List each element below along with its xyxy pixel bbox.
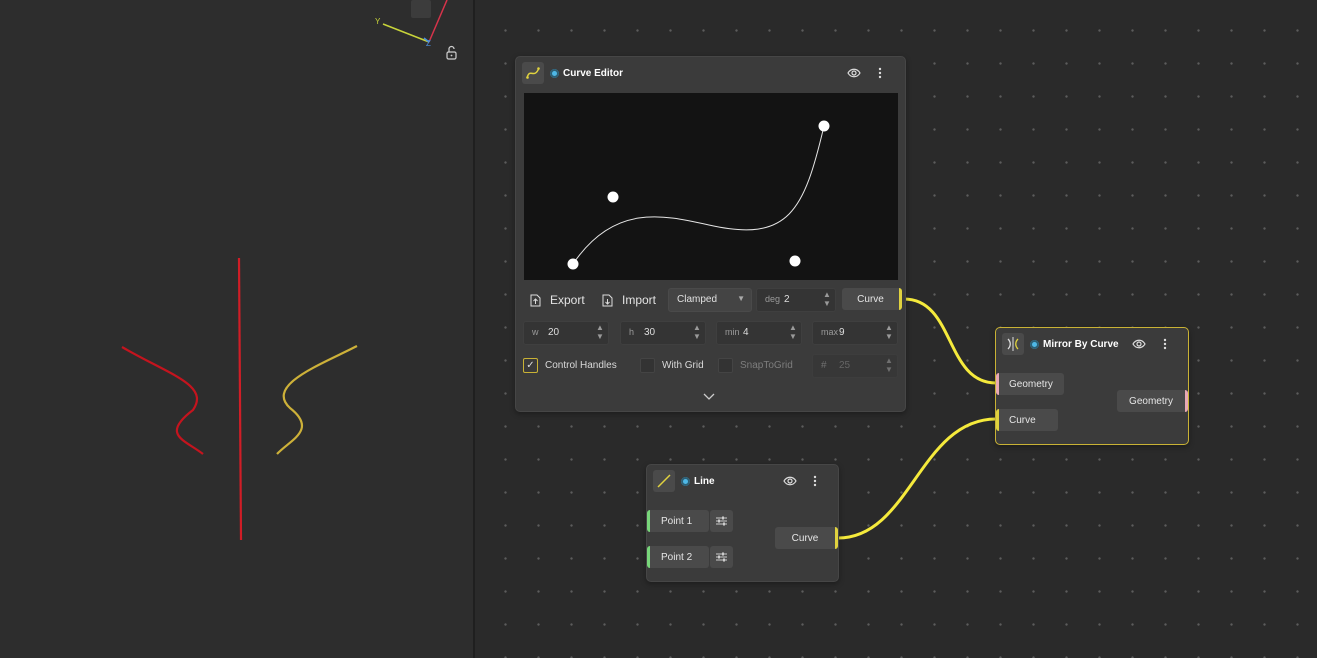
snap-to-grid-checkbox[interactable] — [718, 358, 733, 373]
width-value: 20 — [548, 327, 560, 338]
control-handles-checkbox[interactable]: ✓ — [523, 358, 538, 373]
grid-hash-icon: # — [821, 360, 827, 371]
expand-chevron-icon[interactable] — [703, 388, 715, 406]
viewport-3d[interactable]: Y Z — [0, 0, 473, 658]
point1-settings-sliders-icon[interactable] — [710, 510, 733, 532]
gizmo-axis-z: Z — [426, 39, 431, 48]
output-geometry-socket[interactable]: Geometry — [1117, 390, 1188, 412]
max-stepper[interactable]: ▲ ▼ — [884, 323, 894, 343]
node-title: Curve Editor — [563, 68, 624, 79]
mirrored-curve-geometry — [121, 346, 204, 455]
height-field[interactable]: h 30 ▲ ▼ — [620, 321, 706, 345]
node-header[interactable]: Mirror By Curve — [996, 328, 1188, 360]
width-stepper[interactable]: ▲ ▼ — [595, 323, 605, 343]
width-label: w — [532, 327, 539, 337]
output-geometry-label: Geometry — [1129, 395, 1173, 407]
chevron-down-icon: ▼ — [737, 294, 745, 303]
degree-field[interactable]: deg 2 ▲ ▼ — [756, 288, 836, 312]
gizmo-axis-y: Y — [375, 17, 381, 26]
curve-editor-node[interactable]: Curve Editor Export Import Clamped ▼ deg… — [515, 56, 906, 412]
point2-settings-sliders-icon[interactable] — [710, 546, 733, 568]
line-node[interactable]: Line Point 1 Point 2 Curve — [646, 464, 839, 582]
eye-icon[interactable] — [1130, 335, 1148, 353]
control-handles-label: Control Handles — [545, 360, 617, 371]
input-curve-socket[interactable]: Curve — [996, 409, 1058, 431]
control-point[interactable] — [789, 255, 801, 267]
min-label: min — [725, 327, 740, 337]
control-point[interactable] — [567, 258, 579, 270]
input-geometry-label: Geometry — [1009, 378, 1053, 390]
degree-value: 2 — [784, 294, 790, 305]
mirror-by-curve-node[interactable]: Mirror By Curve Geometry Curve Geometry — [995, 327, 1189, 445]
with-grid-label: With Grid — [662, 360, 704, 371]
input-curve-label: Curve — [1009, 414, 1036, 426]
height-stepper[interactable]: ▲ ▼ — [692, 323, 702, 343]
export-button[interactable]: Export — [530, 292, 585, 308]
degree-label: deg — [765, 294, 781, 304]
mirror-line-geometry — [237, 257, 243, 541]
interpolation-select[interactable]: Clamped ▼ — [668, 288, 752, 312]
control-point[interactable] — [607, 191, 619, 203]
more-options-icon[interactable] — [806, 472, 824, 490]
export-icon — [530, 294, 541, 306]
degree-stepper[interactable]: ▲ ▼ — [822, 290, 832, 310]
eye-icon[interactable] — [781, 472, 799, 490]
width-field[interactable]: w 20 ▲ ▼ — [523, 321, 609, 345]
input-point1-socket[interactable]: Point 1 — [647, 510, 709, 532]
more-options-icon[interactable] — [871, 64, 889, 82]
min-value: 4 — [743, 327, 749, 338]
node-title: Line — [694, 476, 715, 487]
min-stepper[interactable]: ▲ ▼ — [788, 323, 798, 343]
height-value: 30 — [644, 327, 656, 338]
source-curve-geometry — [276, 345, 358, 455]
control-point[interactable] — [818, 120, 830, 132]
curve-editor-canvas[interactable] — [524, 93, 898, 280]
visibility-dot-icon[interactable] — [681, 477, 690, 486]
min-field[interactable]: min 4 ▲ ▼ — [716, 321, 802, 345]
export-label: Export — [550, 293, 585, 307]
input-point2-socket[interactable]: Point 2 — [647, 546, 709, 568]
visibility-dot-icon[interactable] — [550, 69, 559, 78]
output-curve-socket[interactable]: Curve — [842, 288, 902, 310]
node-title: Mirror By Curve — [1043, 339, 1119, 350]
grid-size-field[interactable]: # 25 ▲ ▼ — [812, 354, 898, 378]
line-icon — [653, 470, 675, 492]
output-curve-socket[interactable]: Curve — [775, 527, 838, 549]
max-field[interactable]: max 9 ▲ ▼ — [812, 321, 898, 345]
input-point2-label: Point 2 — [661, 551, 693, 563]
height-label: h — [629, 327, 635, 337]
input-geometry-socket[interactable]: Geometry — [996, 373, 1064, 395]
interpolation-value: Clamped — [677, 294, 718, 305]
import-icon — [602, 294, 613, 306]
orientation-gizmo[interactable]: Y Z — [375, 0, 448, 48]
grid-size-value: 25 — [839, 360, 851, 371]
with-grid-checkbox[interactable] — [640, 358, 655, 373]
max-label: max — [821, 327, 839, 337]
node-header[interactable]: Curve Editor — [516, 57, 905, 89]
import-button[interactable]: Import — [602, 292, 656, 308]
node-header[interactable]: Line — [647, 465, 838, 497]
output-curve-label: Curve — [791, 532, 819, 544]
more-options-icon[interactable] — [1156, 335, 1174, 353]
curve-icon — [522, 62, 544, 84]
visibility-dot-icon[interactable] — [1030, 340, 1039, 349]
snap-to-grid-label: SnapToGrid — [740, 360, 793, 371]
grid-size-stepper[interactable]: ▲ ▼ — [884, 356, 894, 376]
import-label: Import — [622, 293, 657, 307]
lock-open-icon[interactable] — [446, 45, 457, 60]
output-curve-label: Curve — [857, 293, 884, 305]
input-point1-label: Point 1 — [661, 515, 693, 527]
mirror-icon — [1002, 333, 1024, 355]
max-value: 9 — [839, 327, 845, 338]
viewport-canvas: Y Z — [121, 0, 457, 541]
eye-icon[interactable] — [845, 64, 863, 82]
